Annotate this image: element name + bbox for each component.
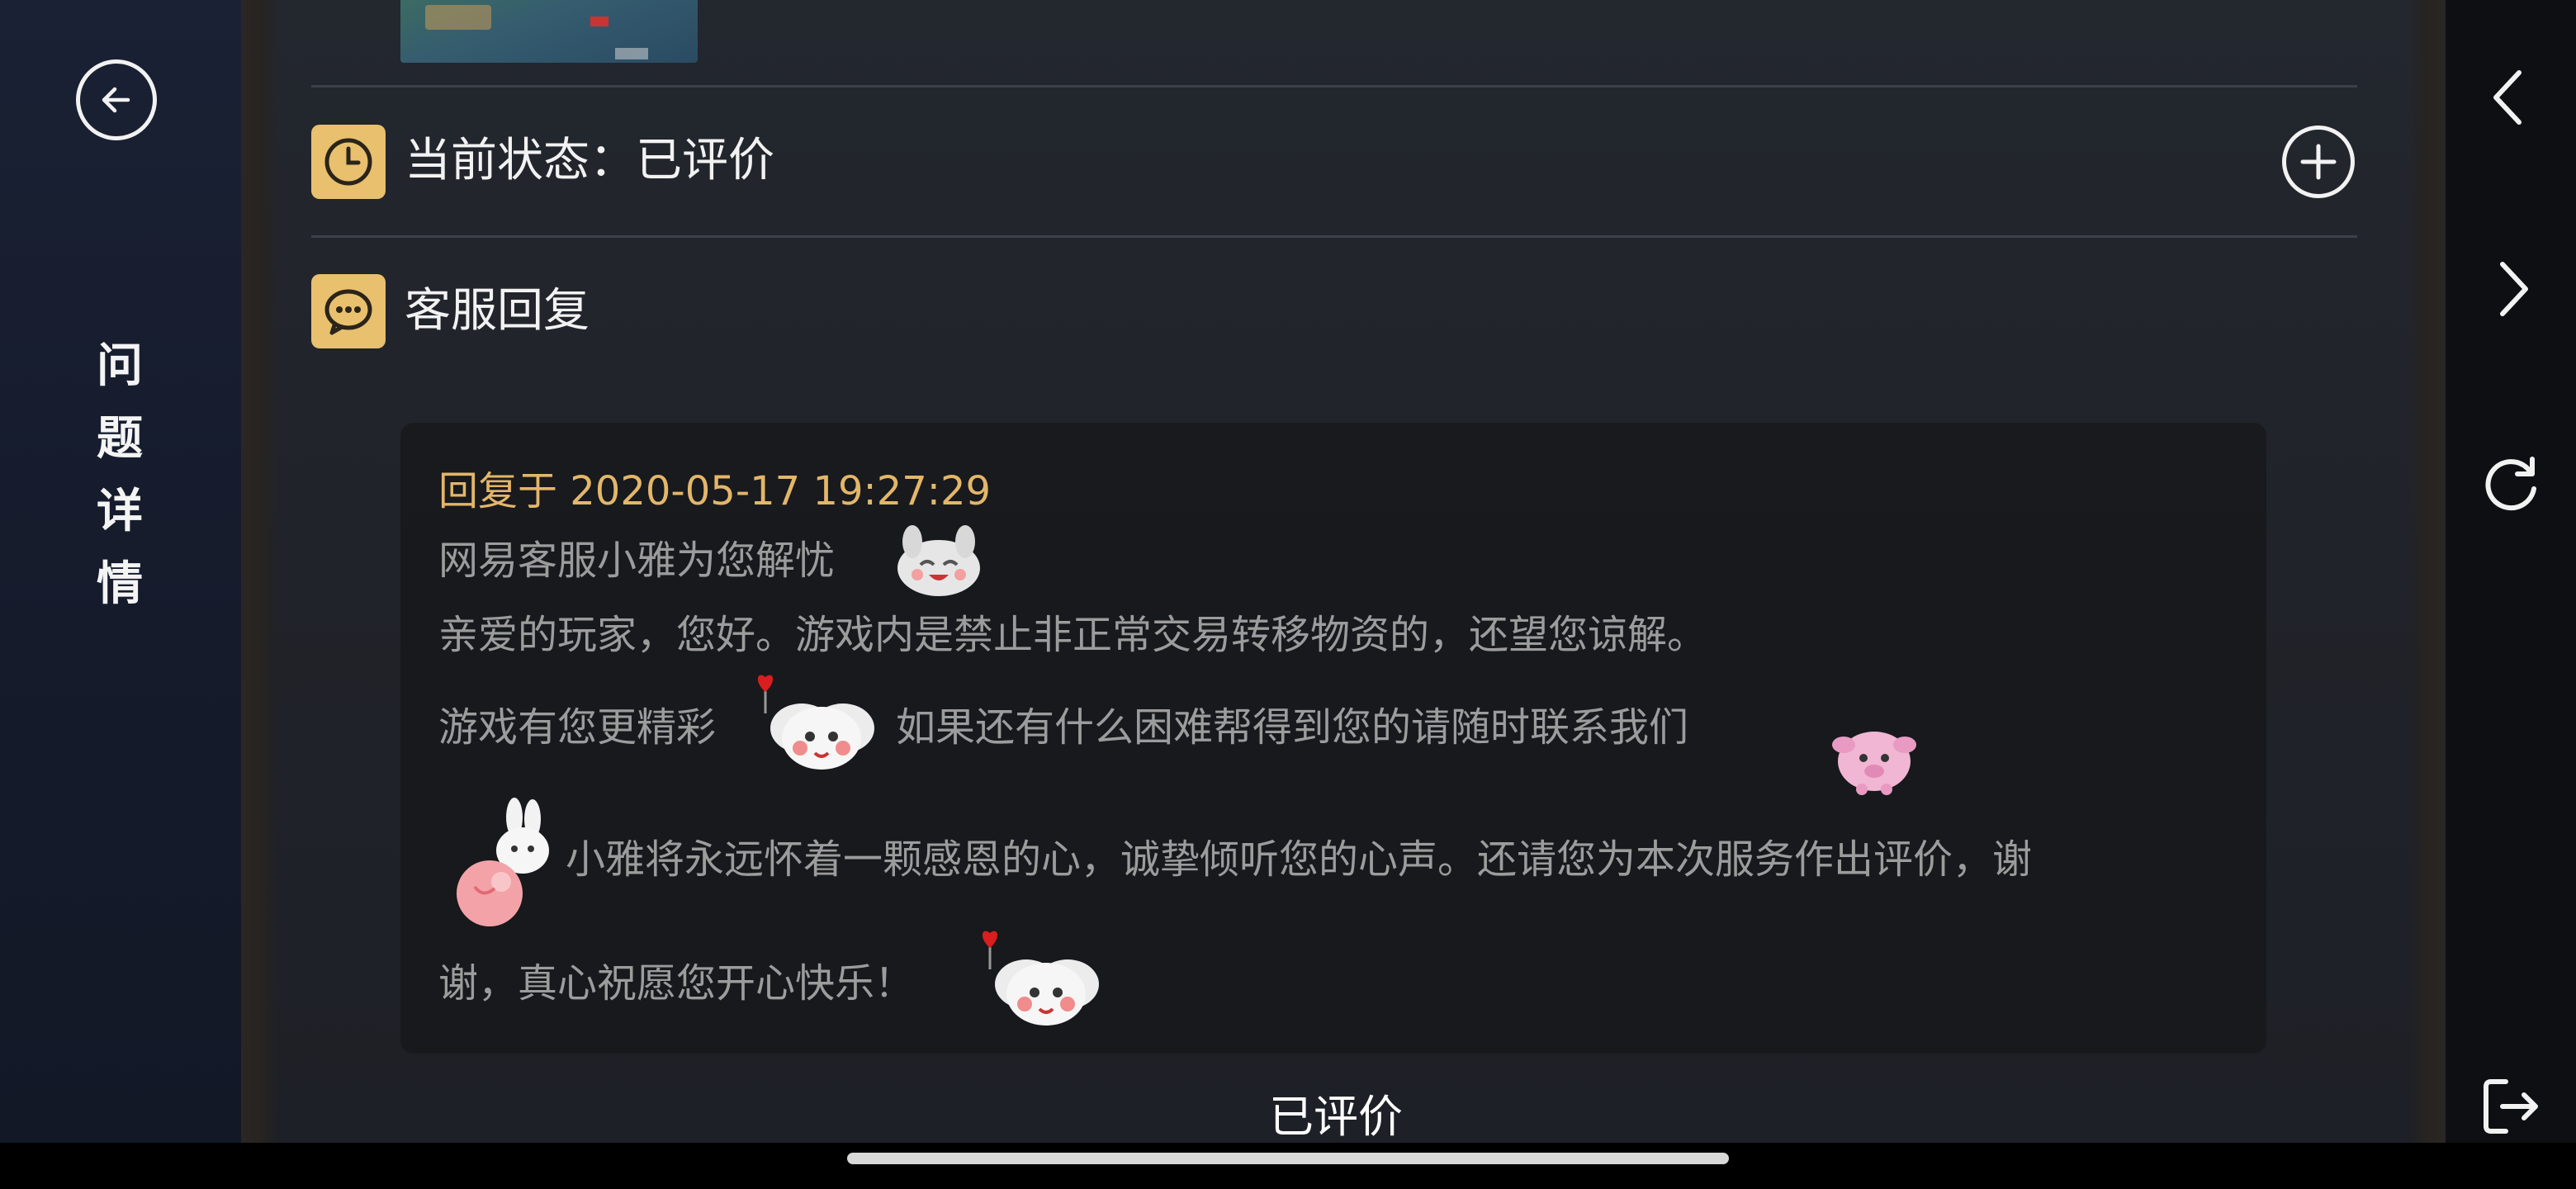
nav-back-button[interactable] [2446,48,2576,147]
home-indicator[interactable] [847,1153,1729,1164]
reply-line: 如果还有什么困难帮得到您的请随时联系我们 [896,704,1689,751]
reply-line: 小雅将永远怀着一颗感恩的心，诚挚倾听您的心声。还请您为本次服务作出评价，谢 [566,836,2033,883]
page-title-char: 问 [97,339,143,393]
exit-button[interactable] [2446,1057,2576,1156]
pink-pig-emote [1832,732,1916,795]
expand-button[interactable] [2282,126,2355,198]
divider [311,85,2357,88]
status-footer: 已评价 [1269,1091,1403,1143]
page-title-char: 详 [97,485,143,538]
reply-line: 亲爱的玩家，您好。游戏内是禁止非正常交易转移物资的，还望您谅解。 [438,612,1707,658]
reply-timestamp: 回复于 2020-05-17 19:27:29 [438,468,992,514]
bunny-hug-emote [457,798,549,926]
exit-icon [2484,1079,2538,1134]
left-sidebar: 问 题 详 情 [0,0,241,1143]
angel-balloon-emote [757,675,874,770]
reply-section-label: 客服回复 [405,284,590,338]
status-label: 当前状态：已评价 [405,134,774,187]
chat-bubble-icon [311,274,386,348]
refresh-icon [2485,457,2536,511]
right-nav [2446,0,2576,1143]
nav-forward-button[interactable] [2446,239,2576,339]
back-arrow-icon [102,87,130,113]
plus-circle-icon [2300,144,2337,180]
refresh-button[interactable] [2446,433,2576,532]
back-button[interactable] [76,59,157,140]
page-title-char: 题 [97,412,143,466]
reply-line: 网易客服小雅为您解忧 [438,538,836,584]
reply-card: 回复于 2020-05-17 19:27:29 网易客服小雅为您解忧 亲爱的玩家… [400,423,2266,1054]
chevron-left-icon [2493,70,2522,125]
page-title-char: 情 [97,557,143,611]
system-bottom-bar [0,1143,2576,1189]
page-title: 问 题 详 情 [83,330,157,621]
divider [311,235,2357,238]
screen: 问 题 详 情 当前状态：已评价 客服回复 回复于 2020-05-17 19:… [0,0,2576,1189]
rabbit-laugh-emote [897,525,980,596]
chevron-right-icon [2500,262,2528,316]
reply-line: 谢，真心祝愿您开心快乐！ [438,960,915,1007]
reply-line: 游戏有您更精彩 [438,704,717,751]
clock-icon [311,125,386,199]
angel-balloon-emote [982,931,1099,1026]
main-content[interactable]: 当前状态：已评价 客服回复 回复于 2020-05-17 19:27:29 网易… [241,0,2446,1143]
screenshot-thumbnail[interactable] [400,0,698,63]
